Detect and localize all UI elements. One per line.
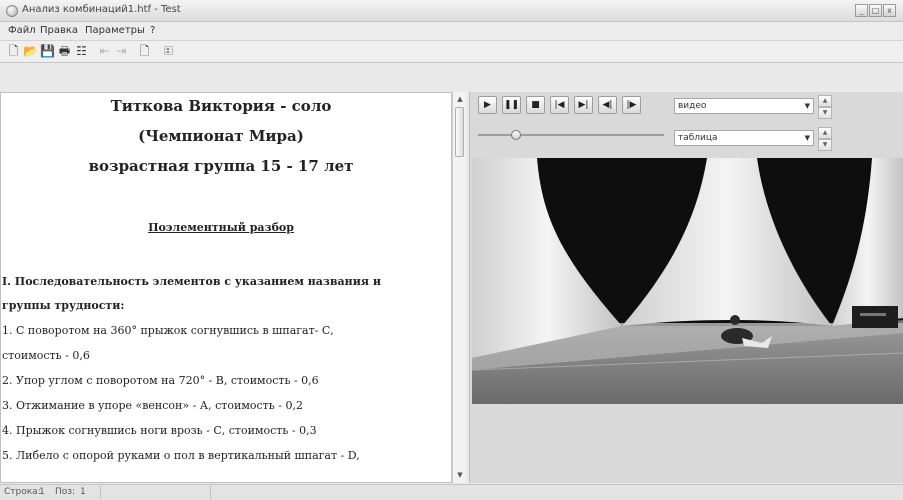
doc-line: 3. Отжимание в упоре «венсон» - А, стоим…: [2, 399, 303, 412]
pause-button[interactable]: ❚❚: [502, 96, 521, 114]
go-start-button[interactable]: |◀: [550, 96, 569, 114]
open-folder-icon[interactable]: 📂: [23, 44, 38, 59]
doc-heading-line-1: I. Последовательность элементов с указан…: [2, 275, 382, 288]
chevron-down-icon: ▼: [804, 102, 810, 110]
doc-line: 5. Либело с опорой руками о пол в вертик…: [2, 449, 360, 462]
window-title: Анализ комбинаций1.htf - Test: [22, 4, 181, 15]
doc-line: стоимость - 0,6: [2, 349, 90, 362]
doc-age-group: возрастная группа 15 - 17 лет: [88, 157, 354, 175]
chevron-down-icon: ▼: [804, 134, 810, 142]
maximize-button[interactable]: □: [869, 4, 882, 17]
media-pane: ▶ ❚❚ ■ |◀ ▶| ◀| |▶ видео ▼ ▲ ▼ таблица ▼…: [469, 92, 903, 483]
app-icon: [6, 5, 18, 17]
scroll-thumb[interactable]: [455, 107, 464, 157]
doc-line: 4. Прыжок согнувшись ноги врозь - С, сто…: [2, 424, 317, 437]
video-select-value: видео: [678, 101, 707, 111]
properties-icon[interactable]: ☷: [74, 44, 89, 59]
menu-edit[interactable]: Правка: [40, 25, 78, 36]
print-icon[interactable]: 🖶: [57, 44, 72, 59]
doc-title: Титкова Виктория - соло: [110, 97, 332, 115]
status-pos-label: Поз:: [55, 487, 76, 497]
menu-file[interactable]: Файл: [8, 25, 36, 36]
video-image: [472, 158, 903, 404]
slider-thumb[interactable]: [511, 130, 522, 140]
toolbar: 🗋 📂 💾 🖶 ☷ ⇤ ⇥ 🗋 🗉: [0, 41, 903, 63]
video-select[interactable]: видео ▼: [674, 98, 814, 114]
scroll-up-icon[interactable]: ▲: [453, 93, 467, 105]
status-pos-value: 1: [80, 487, 86, 497]
menu-parameters[interactable]: Параметры: [85, 25, 145, 36]
play-button[interactable]: ▶: [478, 96, 497, 114]
status-bar: Строка: 1 Поз: 1: [0, 484, 903, 500]
spin-up-icon[interactable]: ▲: [818, 95, 832, 107]
stop-button[interactable]: ■: [526, 96, 545, 114]
video-frame[interactable]: [472, 158, 903, 404]
menu-bar: Файл Правка Параметры ?: [0, 22, 903, 41]
spin-down-icon[interactable]: ▼: [818, 107, 832, 119]
new-file-icon[interactable]: 🗋: [6, 44, 21, 59]
edit-page-icon[interactable]: 🗉: [161, 44, 176, 59]
status-separator: [100, 486, 101, 499]
table-select[interactable]: таблица ▼: [674, 130, 814, 146]
spin-down-icon[interactable]: ▼: [818, 139, 832, 151]
step-forward-button[interactable]: |▶: [622, 96, 641, 114]
table-spinner[interactable]: ▲ ▼: [818, 127, 832, 151]
close-button[interactable]: x: [883, 4, 896, 17]
status-row-label: Строка:: [4, 487, 41, 497]
page-icon[interactable]: 🗋: [137, 44, 152, 59]
scroll-down-icon[interactable]: ▼: [453, 469, 467, 481]
doc-section-title: Поэлементный разбор: [148, 221, 294, 234]
video-spinner[interactable]: ▲ ▼: [818, 95, 832, 119]
document-pane[interactable]: Титкова Виктория - соло (Чемпионат Мира)…: [0, 92, 452, 483]
save-icon[interactable]: 💾: [40, 44, 55, 59]
doc-heading-line-2: группы трудности:: [2, 299, 125, 312]
redo-icon[interactable]: ⇥: [114, 44, 129, 59]
title-bar: Анализ комбинаций1.htf - Test _ □ x: [0, 0, 903, 22]
position-slider[interactable]: [478, 130, 664, 140]
doc-line: 1. С поворотом на 360° прыжок согнувшись…: [2, 324, 334, 337]
minimize-button[interactable]: _: [855, 4, 868, 17]
document-scrollbar[interactable]: ▲ ▼: [452, 92, 466, 483]
doc-line: 2. Упор углом с поворотом на 720° - В, с…: [2, 374, 319, 387]
document-content[interactable]: Титкова Виктория - соло (Чемпионат Мира)…: [1, 93, 441, 482]
table-select-value: таблица: [678, 133, 718, 143]
go-end-button[interactable]: ▶|: [574, 96, 593, 114]
menu-help[interactable]: ?: [150, 25, 155, 36]
undo-icon[interactable]: ⇤: [97, 44, 112, 59]
status-separator: [210, 486, 211, 499]
step-back-button[interactable]: ◀|: [598, 96, 617, 114]
spin-up-icon[interactable]: ▲: [818, 127, 832, 139]
doc-championship: (Чемпионат Мира): [138, 127, 304, 145]
status-row-value: 1: [39, 487, 45, 497]
